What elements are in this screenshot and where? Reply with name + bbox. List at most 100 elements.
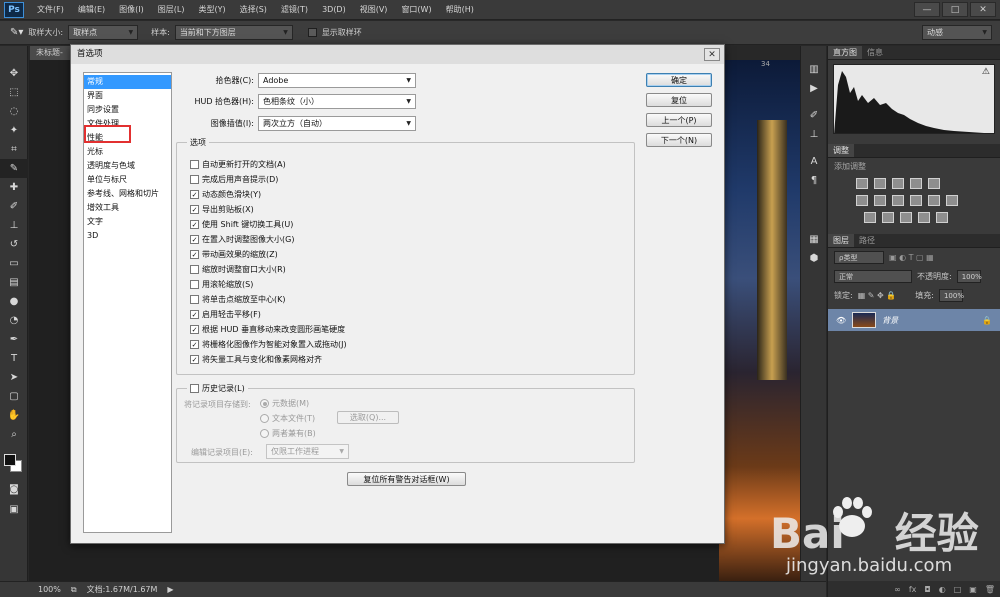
nav-interface[interactable]: 界面 xyxy=(84,89,171,103)
interpolation-select[interactable]: 两次立方（自动） ▼ xyxy=(258,116,416,131)
tab-histogram[interactable]: 直方图 xyxy=(828,46,862,59)
kind-filter-select[interactable]: ρ类型 xyxy=(834,251,884,264)
option-checkbox[interactable]: ✓ xyxy=(190,205,199,214)
maximize-button[interactable]: □ xyxy=(942,2,968,17)
mask-icon[interactable]: ◘ xyxy=(924,585,930,594)
new-layer-icon[interactable]: ▣ xyxy=(969,585,977,594)
pen-tool-icon[interactable]: ✒ xyxy=(0,330,28,349)
trash-icon[interactable]: 🗑 xyxy=(985,585,995,594)
type-tool-icon[interactable]: T xyxy=(0,349,28,368)
shape-tool-icon[interactable]: ▢ xyxy=(0,387,28,406)
character-panel-icon[interactable]: A xyxy=(801,152,827,171)
menu-type[interactable]: 类型(Y) xyxy=(191,4,232,15)
menu-edit[interactable]: 编辑(E) xyxy=(71,4,112,15)
hue-saturation-icon[interactable] xyxy=(856,195,868,206)
option-checkbox[interactable]: ✓ xyxy=(190,235,199,244)
reset-button[interactable]: 复位 xyxy=(646,93,712,107)
option-checkbox[interactable]: ✓ xyxy=(190,355,199,364)
option-row[interactable]: ✓ 根据 HUD 垂直移动来改变圆形画笔硬度 xyxy=(190,322,347,337)
ok-button[interactable]: 确定 xyxy=(646,73,712,87)
brightness-icon[interactable] xyxy=(856,178,868,189)
nav-guides-grid[interactable]: 参考线、网格和切片 xyxy=(84,187,171,201)
option-row[interactable]: ✓ 将矢量工具与变化和像素网格对齐 xyxy=(190,352,347,367)
history-checkbox[interactable] xyxy=(190,384,199,393)
option-checkbox[interactable]: ✓ xyxy=(190,340,199,349)
radio-metadata-row[interactable]: 元数据(M) xyxy=(260,396,309,411)
healing-brush-tool-icon[interactable]: ✚ xyxy=(0,178,28,197)
nav-sync-settings[interactable]: 同步设置 xyxy=(84,103,171,117)
option-checkbox[interactable] xyxy=(190,295,199,304)
vibrance-icon[interactable] xyxy=(928,178,940,189)
tab-paths[interactable]: 路径 xyxy=(854,234,880,247)
clone-source-icon[interactable]: ⊥ xyxy=(801,125,827,144)
properties-panel-icon[interactable]: ▦ xyxy=(801,230,827,249)
invert-icon[interactable] xyxy=(864,212,876,223)
option-checkbox[interactable] xyxy=(190,265,199,274)
tab-layers[interactable]: 图层 xyxy=(828,234,854,247)
doc-info-icon[interactable]: ⧉ xyxy=(71,585,77,595)
status-menu-icon[interactable]: ▶ xyxy=(167,585,173,594)
warning-icon[interactable]: ⚠ xyxy=(982,67,990,77)
zoom-tool-icon[interactable]: ⌕ xyxy=(0,425,28,444)
gradient-map-icon[interactable] xyxy=(936,212,948,223)
minimize-button[interactable]: — xyxy=(914,2,940,17)
option-checkbox[interactable]: ✓ xyxy=(190,190,199,199)
option-checkbox[interactable]: ✓ xyxy=(190,220,199,229)
radio-textfile[interactable] xyxy=(260,414,269,423)
history-brush-tool-icon[interactable]: ↺ xyxy=(0,235,28,254)
marquee-tool-icon[interactable]: ⬚ xyxy=(0,83,28,102)
hud-picker-select[interactable]: 色相条纹（小） ▼ xyxy=(258,94,416,109)
tab-adjustments[interactable]: 调整 xyxy=(828,144,854,157)
eyedropper-tool-icon[interactable]: ✎ xyxy=(0,159,28,178)
gradient-tool-icon[interactable]: ▤ xyxy=(0,273,28,292)
eye-icon[interactable]: 👁 xyxy=(836,316,846,325)
option-row[interactable]: ✓ 动态颜色滑块(Y) xyxy=(190,187,347,202)
radio-metadata[interactable] xyxy=(260,399,269,408)
option-row[interactable]: ✓ 导出剪贴板(X) xyxy=(190,202,347,217)
menu-file[interactable]: 文件(F) xyxy=(30,4,71,15)
hand-tool-icon[interactable]: ✋ xyxy=(0,406,28,425)
radio-textfile-row[interactable]: 文本文件(T) xyxy=(260,411,315,426)
nav-transparency[interactable]: 透明度与色域 xyxy=(84,159,171,173)
sample-select[interactable]: 当前和下方图层 ▼ xyxy=(174,25,293,40)
eyedropper-icon[interactable]: ✎▾ xyxy=(10,27,23,38)
posterize-icon[interactable] xyxy=(882,212,894,223)
crop-tool-icon[interactable]: ⌗ xyxy=(0,140,28,159)
color-picker-select[interactable]: Adobe ▼ xyxy=(258,73,416,88)
next-button[interactable]: 下一个(N) xyxy=(646,133,712,147)
workspace-select[interactable]: 动感 ▼ xyxy=(922,25,992,40)
photo-filter-icon[interactable] xyxy=(910,195,922,206)
fx-icon[interactable]: fx xyxy=(909,585,917,594)
menu-image[interactable]: 图像(I) xyxy=(112,4,151,15)
choose-button[interactable]: 选取(Q)... xyxy=(337,411,399,424)
tab-info[interactable]: 信息 xyxy=(862,46,888,59)
prev-button[interactable]: 上一个(P) xyxy=(646,113,712,127)
history-checkbox-row[interactable]: 历史记录(L) xyxy=(187,381,248,396)
option-row[interactable]: ✓ 将栅格化图像作为智能对象置入或拖动(J) xyxy=(190,337,347,352)
history-panel-icon[interactable]: ▥ xyxy=(801,60,827,79)
opacity-input[interactable]: 100% xyxy=(956,270,982,283)
edit-log-select[interactable]: 仅限工作进程 ▼ xyxy=(266,444,349,459)
channel-mixer-icon[interactable] xyxy=(928,195,940,206)
path-select-tool-icon[interactable]: ➤ xyxy=(0,368,28,387)
paragraph-panel-icon[interactable]: ¶ xyxy=(801,171,827,190)
nav-units-rulers[interactable]: 单位与标尺 xyxy=(84,173,171,187)
threshold-icon[interactable] xyxy=(900,212,912,223)
radio-both[interactable] xyxy=(260,429,269,438)
option-checkbox[interactable]: ✓ xyxy=(190,250,199,259)
close-window-button[interactable]: ✕ xyxy=(970,2,996,17)
adjustment-layer-icon[interactable]: ◐ xyxy=(939,585,946,594)
option-row[interactable]: 将单击点缩放至中心(K) xyxy=(190,292,347,307)
option-checkbox[interactable]: ✓ xyxy=(190,325,199,334)
move-tool-icon[interactable]: ✥ xyxy=(0,64,28,83)
screen-mode-icon[interactable]: ▣ xyxy=(0,500,28,519)
quick-mask-icon[interactable]: ◙ xyxy=(0,480,28,499)
nav-cursors[interactable]: 光标 xyxy=(84,145,171,159)
foreground-color-swatch[interactable] xyxy=(4,454,16,466)
option-row[interactable]: 用滚轮缩放(S) xyxy=(190,277,347,292)
group-icon[interactable]: □ xyxy=(954,585,962,594)
menu-layer[interactable]: 图层(L) xyxy=(151,4,192,15)
option-row[interactable]: 完成后用声音提示(D) xyxy=(190,172,347,187)
fill-input[interactable]: 100% xyxy=(938,289,964,302)
lasso-tool-icon[interactable]: ◌ xyxy=(0,102,28,121)
